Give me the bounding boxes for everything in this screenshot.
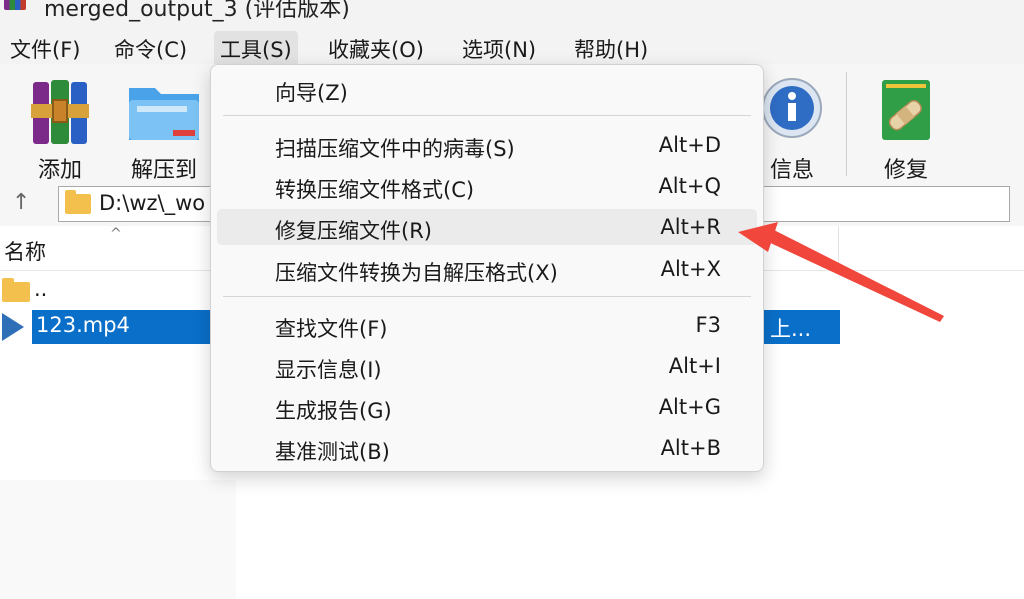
- annotation-arrow-icon: [738, 222, 944, 322]
